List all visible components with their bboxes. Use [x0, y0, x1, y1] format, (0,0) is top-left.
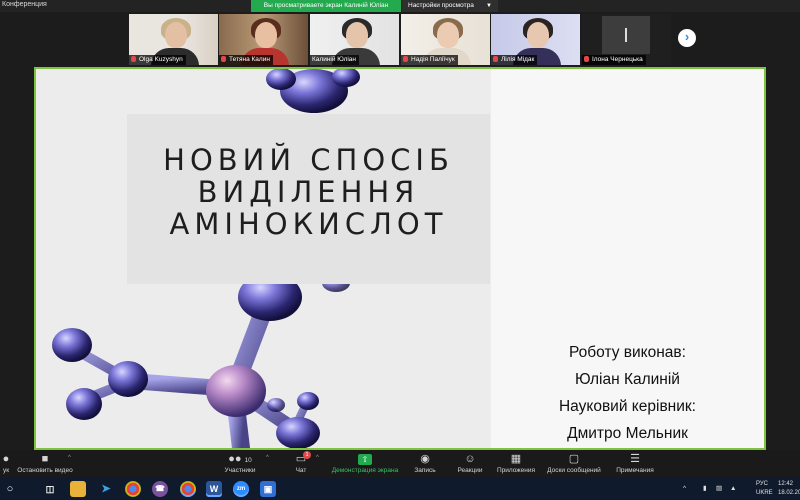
chrome-icon[interactable]	[125, 481, 141, 497]
mute-button[interactable]: ● ук	[0, 450, 12, 478]
zoom-meeting-window: Конференция Вы просматриваете экран Кали…	[0, 0, 800, 500]
telegram-icon[interactable]: ➤	[98, 481, 114, 497]
participant-tile[interactable]: Надія Паліїчук	[401, 14, 490, 65]
share-screen-icon: ⇧	[328, 453, 402, 465]
share-screen-button[interactable]: ⇧ Демонстрация экрана	[328, 450, 402, 478]
task-view-icon[interactable]: ◫	[42, 481, 58, 497]
record-label: Запись	[414, 467, 436, 474]
participant-name-text: Надія Паліїчук	[411, 56, 455, 63]
tray-overflow-icon[interactable]: ^	[683, 478, 686, 500]
microphone-icon: ●	[2, 453, 10, 465]
participants-label: Участники	[224, 467, 256, 474]
video-feed	[437, 22, 459, 48]
save-icon[interactable]: ▣	[260, 481, 276, 497]
stop-video-button[interactable]: ■ Остановить видео	[14, 450, 76, 478]
layout-text: UKRE	[756, 490, 773, 496]
video-feed	[527, 22, 549, 48]
clock-date: 18.02.20	[778, 490, 800, 496]
participant-name-text: Лілія Мідак	[501, 56, 535, 63]
participant-name: Лілія Мідак	[491, 55, 538, 65]
video-feed	[346, 22, 368, 48]
smiley-icon: ☺	[464, 453, 476, 465]
share-screen-label: Демонстрация экрана	[331, 467, 399, 474]
word-icon[interactable]: W	[206, 481, 222, 497]
viewing-share-banner: Вы просматриваете экран Калиній Юліан	[251, 0, 401, 12]
record-icon: ◉	[420, 453, 430, 465]
chevron-up-icon[interactable]: ^	[266, 455, 269, 461]
mic-muted-icon	[493, 56, 498, 62]
reactions-label: Реакции	[457, 467, 483, 474]
chrome-icon[interactable]	[180, 481, 196, 497]
apps-button[interactable]: ▦ Приложения	[494, 450, 538, 478]
mic-muted-icon	[221, 56, 226, 62]
participants-count: 10	[244, 457, 252, 464]
participant-name-text: Тетяна Калин	[229, 56, 270, 63]
whiteboard-icon: ▢	[568, 453, 580, 465]
video-feed	[165, 22, 187, 48]
participant-tile[interactable]: Тетяна Калин	[219, 14, 308, 65]
chat-label: Чат	[295, 467, 307, 474]
zoom-icon[interactable]: zm	[233, 481, 249, 497]
viber-icon[interactable]: ☎	[152, 481, 168, 497]
window-title: Конференция	[2, 1, 47, 8]
participant-name: Калиній Юліан	[310, 55, 360, 65]
stop-video-label: Остановить видео	[17, 467, 73, 474]
apps-icon: ▦	[510, 453, 522, 465]
apps-label: Приложения	[496, 467, 536, 474]
chevron-down-icon: ▼	[486, 3, 492, 9]
participant-tile[interactable]: Калиній Юліан	[310, 14, 399, 65]
title-bar: Конференция Вы просматриваете экран Кали…	[0, 0, 800, 12]
participant-name: Ілона Чернецька	[582, 55, 646, 65]
chevron-up-icon[interactable]: ^	[68, 455, 71, 461]
notes-label: Примечания	[616, 467, 654, 474]
meeting-controls: ● ук ■ Остановить видео ^ ●● 10 Участник…	[0, 450, 800, 478]
mic-muted-icon	[584, 56, 589, 62]
participant-tile[interactable]: Ілона Чернецька	[582, 14, 671, 65]
battery-icon[interactable]: ▮	[703, 478, 707, 500]
keyboard-language[interactable]: РУС UKRE	[756, 480, 773, 498]
language-text: РУС	[756, 481, 769, 487]
notes-button[interactable]: ☰ Примечания	[612, 450, 658, 478]
clock[interactable]: 12:42 18.02.20	[778, 480, 800, 498]
participant-name: Тетяна Калин	[219, 55, 273, 65]
participants-icon: ●● 10	[228, 453, 252, 465]
participants-button[interactable]: ●● 10 Участники	[220, 450, 260, 478]
participant-strip: Olga Kuzyshyn Тетяна Калин Калиній Юліан…	[0, 12, 800, 67]
video-camera-icon: ■	[41, 453, 49, 465]
chat-badge: 1	[303, 451, 311, 459]
mic-muted-icon	[131, 56, 136, 62]
participant-avatar	[602, 16, 650, 54]
network-icon[interactable]: ▨	[716, 478, 722, 500]
clock-time: 12:42	[778, 481, 794, 487]
participant-name-text: Ілона Чернецька	[592, 56, 643, 63]
whiteboards-label: Доски сообщений	[547, 467, 601, 474]
participant-name: Olga Kuzyshyn	[129, 55, 186, 65]
shared-screen: НОВИЙ СПОСІБ ВИДІЛЕННЯ АМІНОКИСЛОТ Робот…	[34, 67, 766, 450]
view-options-button[interactable]: Настройки просмотра ▼	[402, 0, 498, 12]
participant-name: Надія Паліїчук	[401, 55, 458, 65]
participant-name-text: Olga Kuzyshyn	[139, 56, 183, 63]
notes-icon: ☰	[630, 453, 640, 465]
mic-muted-icon	[403, 56, 408, 62]
volume-icon[interactable]: ▲	[730, 478, 736, 500]
initial-bar	[625, 28, 627, 42]
reactions-button[interactable]: ☺ Реакции	[452, 450, 488, 478]
participant-tile[interactable]: Olga Kuzyshyn	[129, 14, 218, 65]
view-options-label: Настройки просмотра	[408, 2, 474, 9]
participant-tile[interactable]: Лілія Мідак	[491, 14, 580, 65]
next-page-icon[interactable]: ›	[678, 29, 696, 47]
search-icon[interactable]: ○	[2, 481, 18, 497]
share-highlight-border	[34, 67, 766, 450]
mute-label: ук	[2, 467, 10, 474]
participant-name-text: Калиній Юліан	[312, 56, 357, 63]
file-explorer-icon[interactable]	[70, 481, 86, 497]
whiteboards-button[interactable]: ▢ Доски сообщений	[544, 450, 604, 478]
chevron-up-icon[interactable]: ^	[316, 455, 319, 461]
record-button[interactable]: ◉ Запись	[410, 450, 440, 478]
windows-taskbar: ○ ◫ ➤ ☎ W zm ▣ ^ ▮ ▨ ▲ РУС UKRE 12:42 18…	[0, 478, 800, 500]
video-feed	[255, 22, 277, 48]
